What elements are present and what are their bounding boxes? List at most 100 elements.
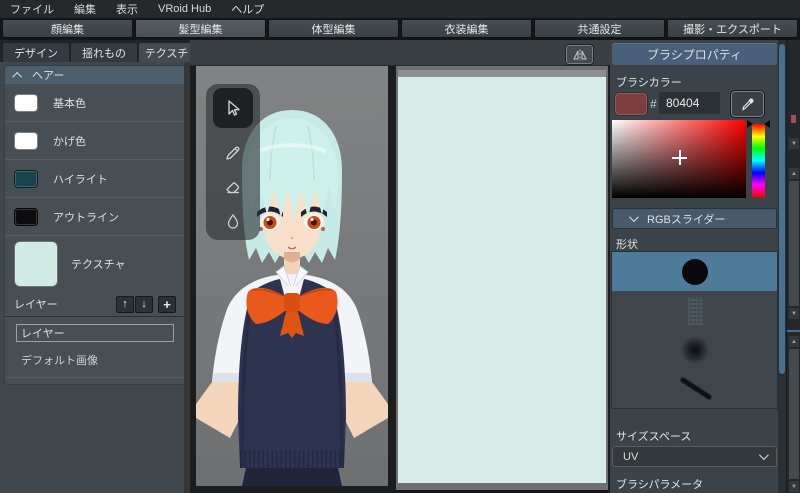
shape-option-soft-dot[interactable]	[612, 330, 777, 369]
scroll-up-button[interactable]: ▲	[789, 336, 799, 347]
color-swatch[interactable]	[14, 207, 38, 226]
panel-scrollbar[interactable]	[778, 40, 786, 493]
size-space-label: サイズスペース	[616, 431, 692, 443]
pencil-tool-button[interactable]	[213, 136, 253, 170]
scroll-down-button[interactable]: ▼	[789, 308, 799, 319]
brush-properties-panel: ブラシプロパティ ブラシカラー # 80404 RGBスライダー 形状 サイズス…	[610, 40, 779, 493]
texture-canvas[interactable]	[398, 70, 606, 483]
cursor-icon	[228, 100, 240, 116]
color-swatch[interactable]	[14, 93, 38, 112]
item-label: かげ色	[53, 135, 86, 148]
eraser-tool-button[interactable]	[213, 170, 253, 204]
hair-section-header[interactable]: ヘアー	[5, 66, 185, 84]
chevron-down-icon	[628, 212, 639, 223]
layer-item-selected[interactable]: レイヤー	[16, 324, 174, 342]
canvas-toolbar	[190, 40, 610, 66]
hue-handle-right[interactable]	[764, 120, 770, 128]
main-tab-bar: 顔編集 髪型編集 体型編集 衣装編集 共通設定 撮影・エクスポート	[0, 18, 800, 40]
select-tool-button[interactable]	[213, 88, 253, 128]
noise-brush-icon	[688, 297, 703, 325]
menu-edit[interactable]: 編集	[74, 1, 96, 17]
mirror-symmetry-button[interactable]	[565, 44, 594, 65]
texture-swatch[interactable]	[14, 241, 58, 287]
edge-scroll-track[interactable]	[789, 181, 799, 306]
edge-scroll-track[interactable]	[789, 349, 799, 479]
panel-title: ブラシプロパティ	[612, 43, 777, 65]
hue-handle-left[interactable]	[747, 120, 753, 128]
shape-option-stroke[interactable]	[612, 369, 777, 408]
scrollbar-thumb[interactable]	[779, 44, 785, 374]
stroke-brush-icon	[679, 376, 713, 401]
divider	[5, 377, 185, 384]
tab-photo-export[interactable]: 撮影・エクスポート	[667, 19, 798, 38]
tab-face-edit[interactable]: 顔編集	[2, 19, 133, 38]
layer-move-up-button[interactable]: ↑	[116, 295, 134, 313]
color-swatch[interactable]	[14, 169, 38, 188]
eyedropper-icon	[741, 98, 753, 111]
size-space-dropdown[interactable]: UV	[612, 446, 777, 467]
subtab-bones[interactable]: 揺れもの	[71, 43, 137, 62]
layer-item-default-image[interactable]: デフォルト画像	[16, 352, 174, 368]
brush-color-label: ブラシカラー	[616, 77, 682, 89]
menu-bar: ファイル 編集 表示 VRoid Hub ヘルプ	[0, 0, 800, 18]
scroll-down-button[interactable]: ▼	[789, 481, 799, 492]
edge-divider	[787, 330, 800, 332]
color-swatch[interactable]	[14, 131, 38, 150]
rgb-slider-label: RGBスライダー	[647, 213, 726, 226]
scroll-down-button[interactable]: ▼	[789, 138, 799, 149]
rgb-slider-section[interactable]: RGBスライダー	[612, 208, 777, 229]
tab-common-settings[interactable]: 共通設定	[534, 19, 665, 38]
hex-hash: #	[650, 97, 657, 111]
menu-view[interactable]: 表示	[116, 1, 138, 17]
soft-dot-brush-icon	[680, 335, 710, 365]
tab-body-edit[interactable]: 体型編集	[268, 19, 399, 38]
vroid-studio-window: ファイル 編集 表示 VRoid Hub ヘルプ 顔編集 髪型編集 体型編集 衣…	[0, 0, 800, 493]
tab-outfit-edit[interactable]: 衣装編集	[401, 19, 532, 38]
tab-hair-edit[interactable]: 髪型編集	[135, 19, 266, 38]
item-label: 基本色	[53, 97, 86, 110]
texture-top-band	[398, 70, 606, 77]
list-item-base-color[interactable]: 基本色	[5, 84, 185, 122]
layer-move-down-button[interactable]: ↓	[135, 295, 153, 313]
layer-add-button[interactable]: +	[158, 295, 176, 313]
layers-title: レイヤー	[14, 299, 58, 311]
shape-option-noise[interactable]	[612, 291, 777, 330]
list-item-shade-color[interactable]: かげ色	[5, 122, 185, 160]
3d-viewport[interactable]	[196, 66, 388, 486]
item-label: アウトライン	[53, 211, 119, 224]
hair-material-group: ヘアー 基本色 かげ色 ハイライト アウトライン テクスチャ レイヤー ↑ ↓ …	[5, 66, 185, 384]
hex-input[interactable]: 80404	[659, 92, 720, 114]
left-panel: デザイン 揺れもの テクスチャ ヘアー 基本色 かげ色 ハイライト	[0, 40, 190, 493]
brush-shape-list	[612, 252, 777, 408]
shape-label: 形状	[616, 239, 638, 251]
subtab-design[interactable]: デザイン	[3, 43, 69, 62]
mirror-icon	[572, 49, 587, 60]
item-label: テクスチャ	[71, 259, 126, 271]
list-item-outline[interactable]: アウトライン	[5, 198, 185, 236]
list-item-highlight[interactable]: ハイライト	[5, 160, 185, 198]
right-edge-panel: ▼ ▲ ▼ ▲ ▼	[786, 40, 800, 493]
left-subtab-bar: デザイン 揺れもの テクスチャ	[0, 40, 190, 62]
dropdown-value: UV	[623, 450, 639, 463]
droplet-icon	[227, 213, 239, 229]
section-title: ヘアー	[32, 70, 65, 82]
menu-vroid-hub[interactable]: VRoid Hub	[158, 3, 211, 15]
saturation-value-picker[interactable]	[612, 120, 746, 198]
menu-file[interactable]: ファイル	[10, 1, 54, 17]
scroll-up-button[interactable]: ▲	[789, 168, 799, 179]
edge-swatch	[791, 115, 796, 123]
menu-help[interactable]: ヘルプ	[231, 1, 264, 17]
eraser-icon	[226, 182, 240, 194]
shape-option-circle[interactable]	[612, 252, 777, 291]
eyedropper-button[interactable]	[730, 90, 765, 118]
subtab-texture[interactable]: テクスチャ	[139, 43, 190, 62]
center-region	[190, 40, 610, 493]
list-item-texture[interactable]: テクスチャ	[5, 236, 185, 292]
texture-canvas-panel	[396, 66, 608, 493]
hue-slider[interactable]	[752, 124, 765, 197]
picker-cursor[interactable]	[672, 150, 687, 165]
pencil-icon	[226, 146, 240, 160]
eyedropper-tool-button[interactable]	[213, 204, 253, 238]
brush-color-swatch[interactable]	[614, 92, 648, 116]
circle-brush-icon	[682, 259, 708, 285]
